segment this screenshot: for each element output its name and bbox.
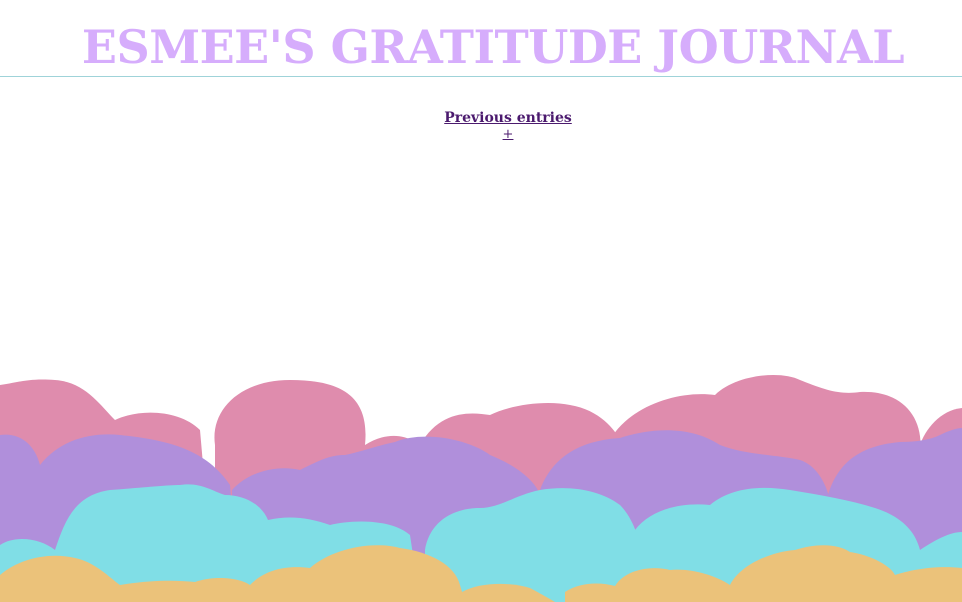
journal-page: ESMEE'S GRATITUDE JOURNAL Previous entri…	[0, 0, 962, 602]
add-entry-link[interactable]: +	[503, 127, 514, 143]
page-title: ESMEE'S GRATITUDE JOURNAL	[81, 20, 905, 74]
previous-entries-link[interactable]: Previous entries	[444, 110, 572, 126]
clouds-decoration	[0, 375, 962, 602]
entry-nav: Previous entries +	[0, 110, 962, 143]
page-header: ESMEE'S GRATITUDE JOURNAL	[0, 0, 962, 77]
